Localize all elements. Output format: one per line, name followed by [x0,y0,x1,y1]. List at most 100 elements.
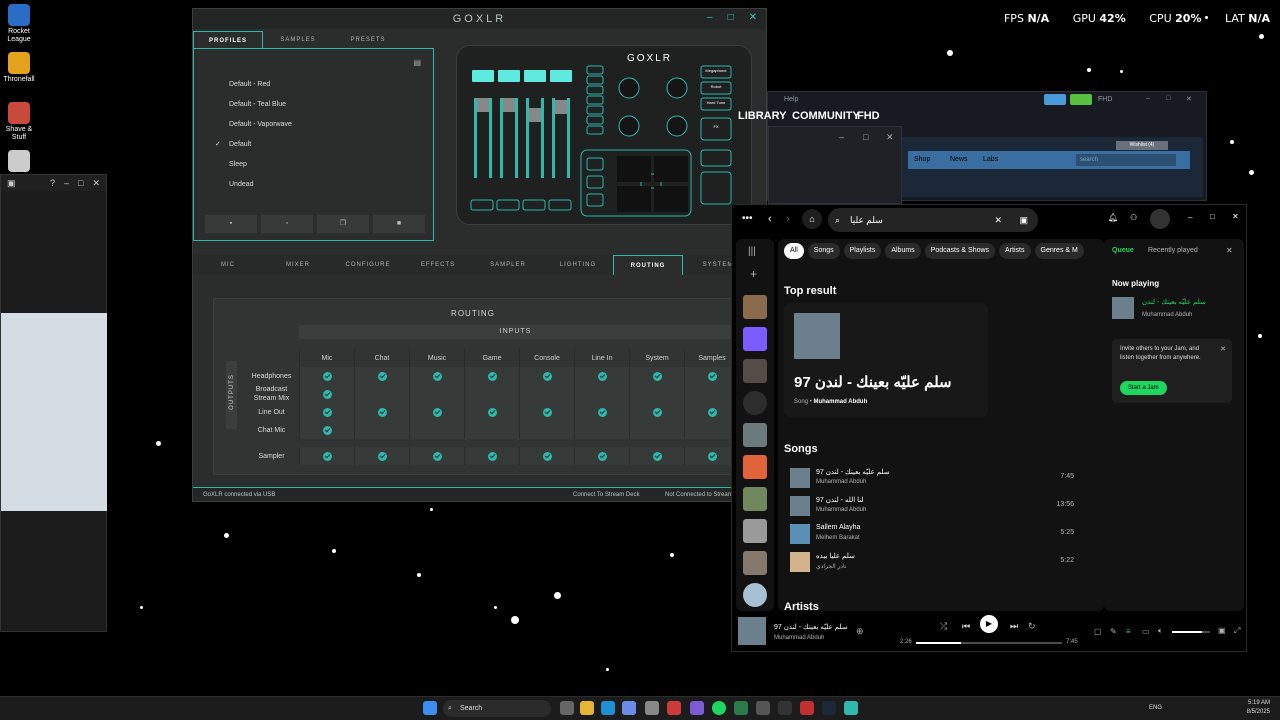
opera-icon[interactable] [667,701,681,715]
progress-bar[interactable] [916,642,1062,644]
playlist-thumb[interactable] [743,455,767,479]
add-to-library-icon[interactable]: ⊕ [856,626,864,637]
announcements-icon[interactable] [1044,94,1066,105]
routing-cell[interactable] [409,367,464,385]
avatar[interactable] [1150,209,1170,229]
chip-songs[interactable]: Songs [807,243,840,259]
folder-icon[interactable]: ▤ [413,58,421,67]
artist-thumb[interactable] [743,391,767,415]
edge-icon[interactable] [601,701,615,715]
steam-account[interactable]: FHD [1098,96,1112,103]
routing-cell[interactable] [629,385,684,403]
minimize-icon[interactable]: – [64,178,69,188]
maximize-icon[interactable]: □ [863,132,868,142]
bell-icon[interactable]: 🔔︎ [1108,213,1118,222]
playlist-thumb[interactable] [743,295,767,319]
routing-cell[interactable] [519,385,574,403]
routing-cell[interactable] [464,403,519,421]
routing-cell[interactable] [519,367,574,385]
routing-cell[interactable] [464,385,519,403]
lyrics-icon[interactable]: ✎ [1110,627,1117,636]
maximize-icon[interactable]: □ [78,178,83,188]
top-result-card[interactable]: سلم عليّه بعينك - لندن 97 Song • Muhamma… [784,303,988,417]
playlist-thumb[interactable] [743,423,767,447]
home-icon[interactable]: ⌂ [802,209,822,229]
fullscreen-icon[interactable]: ⤢ [1234,626,1240,636]
maximize-icon[interactable]: □ [1210,212,1215,221]
routing-cell[interactable] [354,385,409,403]
routing-cell[interactable] [354,367,409,385]
liked-songs-thumb[interactable] [743,327,767,351]
song-row[interactable]: سلم عليا بيده نادر الجرادي 5:22 [784,549,1098,575]
chip-podcasts[interactable]: Podcasts & Shows [924,243,996,259]
close-icon[interactable]: ✕ [886,132,894,143]
routing-cell[interactable] [629,447,684,465]
tab-queue[interactable]: Queue [1112,247,1134,254]
app-icon[interactable] [756,701,770,715]
menu-help[interactable]: Help [784,96,798,103]
song-artist[interactable]: Melhem Barakat [816,535,860,541]
clear-icon[interactable]: ✕ [994,208,1002,232]
repeat-icon[interactable]: ↻ [1028,621,1036,632]
now-playing-view-icon[interactable]: ▢ [1094,627,1102,636]
profile-item[interactable]: Default - Red [214,77,292,97]
discord-icon[interactable] [690,701,704,715]
help-icon[interactable]: ? [50,178,55,188]
routing-cell[interactable] [519,447,574,465]
app-icon[interactable] [778,701,792,715]
nav-profile[interactable]: FHD [857,110,880,122]
song-row[interactable]: Sallem Alayha Melhem Barakat 5:25 [784,521,1098,547]
song-artist[interactable]: نادر الجرادي [816,563,846,570]
routing-cell[interactable] [409,385,464,403]
player-title[interactable]: سلم عليّه بعينك - لندن 97 [774,623,848,631]
routing-cell[interactable] [574,447,629,465]
copilot-icon[interactable] [622,701,636,715]
file-explorer-icon[interactable] [580,701,594,715]
routing-cell[interactable] [519,403,574,421]
add-icon[interactable]: + [750,267,757,281]
routing-cell[interactable] [299,421,354,439]
previous-icon[interactable]: ⏮ [962,621,970,632]
store-link-shop[interactable]: Shop [914,156,930,163]
tab-recently-played[interactable]: Recently played [1148,247,1198,254]
fx-button[interactable]: FX [703,124,729,129]
start-jam-button[interactable]: Start a Jam [1120,381,1167,395]
forward-icon[interactable]: › [786,213,790,225]
play-button[interactable]: ▶ [980,615,998,633]
task-view-icon[interactable] [560,701,574,715]
queue-icon[interactable]: ≡ [1126,627,1131,636]
routing-cell[interactable] [574,421,629,439]
desktop-icon-shave-and-stuff[interactable]: Shave & Stuff [3,102,35,142]
minimize-icon[interactable]: – [1188,213,1192,222]
routing-cell[interactable] [409,447,464,465]
stream-deck-status[interactable]: Connect To Stream Deck [573,488,640,502]
song-row[interactable]: سلم عليّه بعينك - لندن 97 Muhammad Abduh… [784,465,1098,491]
routing-cell[interactable] [354,421,409,439]
volume-icon[interactable]: 🔈︎ [1158,626,1163,636]
routing-cell[interactable] [409,403,464,421]
routing-cell[interactable] [629,367,684,385]
store-link-news[interactable]: News [950,156,968,163]
routing-cell[interactable] [299,385,354,403]
routing-cell[interactable] [574,367,629,385]
playlist-thumb[interactable] [743,487,767,511]
routing-cell[interactable] [519,421,574,439]
delete-icon[interactable]: ■ [373,215,425,233]
chip-artists[interactable]: Artists [999,243,1031,259]
chip-all[interactable]: All [784,243,804,259]
minimize-icon[interactable]: – [1146,95,1150,102]
chip-albums[interactable]: Albums [885,243,921,259]
tab-mixer[interactable]: MIXER [263,255,333,275]
playlist-thumb[interactable] [743,551,767,575]
robot-button[interactable]: Robot [703,84,729,89]
search-input[interactable]: ⌕ سلم عليا ✕ ▣ [828,208,1038,232]
nav-library[interactable]: LIBRARY [738,110,786,122]
notifications-icon[interactable] [1070,94,1092,105]
tab-presets[interactable]: PRESETS [333,31,403,49]
minimize-icon[interactable]: – [707,12,716,23]
close-icon[interactable]: ✕ [1220,345,1226,353]
tab-routing[interactable]: ROUTING [613,255,683,275]
clock-date[interactable]: 8/5/2025 [1247,708,1270,717]
library-icon[interactable]: ||| [748,246,756,257]
clock-time[interactable]: 5:19 AM [1247,699,1270,708]
